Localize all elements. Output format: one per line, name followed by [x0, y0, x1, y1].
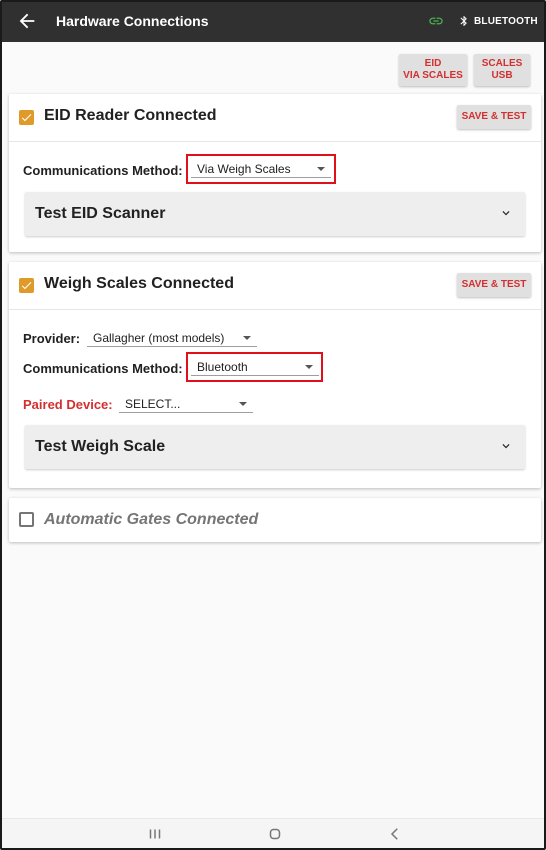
system-nav-bar [2, 818, 544, 848]
eid-reader-card: EID Reader Connected SAVE & TEST Communi… [9, 94, 541, 252]
scales-comm-method-value: Bluetooth [197, 360, 248, 374]
scales-usb-button[interactable]: SCALES USB [474, 54, 530, 86]
page-title: Hardware Connections [56, 13, 209, 29]
scales-connected-checkbox[interactable] [19, 278, 34, 293]
automatic-gates-card: Automatic Gates Connected [9, 498, 541, 542]
bluetooth-status[interactable]: BLUETOOTH [458, 12, 538, 30]
eid-via-scales-button[interactable]: EID VIA SCALES [399, 54, 467, 86]
scales-usb-line2: USB [491, 70, 513, 81]
eid-via-scales-line2: VIA SCALES [403, 70, 463, 81]
gates-card-title: Automatic Gates Connected [44, 511, 259, 528]
back-arrow-icon[interactable] [16, 10, 38, 32]
chevron-down-icon [502, 444, 510, 449]
checkmark-icon [21, 282, 32, 290]
recent-apps-icon[interactable] [146, 825, 164, 843]
eid-save-test-button[interactable]: SAVE & TEST [457, 105, 531, 129]
test-eid-scanner-label: Test EID Scanner [35, 205, 166, 222]
eid-comm-method-label: Communications Method: [23, 163, 183, 178]
dropdown-caret-icon [243, 336, 251, 340]
eid-comm-method-value: Via Weigh Scales [197, 162, 291, 176]
provider-dropdown[interactable]: Gallagher (most models) [87, 329, 257, 347]
weigh-scales-card: Weigh Scales Connected SAVE & TEST Provi… [9, 262, 541, 488]
chevron-down-icon [502, 211, 510, 216]
scales-card-header: Weigh Scales Connected SAVE & TEST [9, 262, 541, 310]
eid-connected-checkbox[interactable] [19, 110, 34, 125]
test-weigh-scale-label: Test Weigh Scale [35, 438, 166, 455]
eid-via-scales-line1: EID [424, 58, 442, 69]
bluetooth-icon [460, 16, 467, 26]
bluetooth-label: BLUETOOTH [474, 15, 538, 27]
scales-comm-method-label: Communications Method: [23, 361, 183, 376]
dropdown-caret-icon [317, 167, 325, 171]
eid-card-header: EID Reader Connected SAVE & TEST [9, 94, 541, 142]
home-icon[interactable] [266, 825, 284, 843]
paired-device-dropdown[interactable]: SELECT... [119, 395, 253, 413]
scales-card-title: Weigh Scales Connected [44, 275, 234, 292]
scales-usb-line1: SCALES [481, 58, 523, 69]
gates-connected-checkbox[interactable] [19, 512, 34, 527]
app-bar: Hardware Connections BLUETOOTH [2, 2, 544, 42]
checkmark-icon [21, 114, 32, 122]
test-weigh-scale-expander[interactable]: Test Weigh Scale [25, 425, 525, 469]
paired-device-value: SELECT... [125, 397, 181, 411]
back-icon[interactable] [386, 825, 404, 843]
dropdown-caret-icon [239, 402, 247, 406]
provider-label: Provider: [23, 331, 81, 346]
app-frame: Hardware Connections BLUETOOTH EID VIA S… [0, 0, 546, 850]
eid-comm-method-dropdown[interactable]: Via Weigh Scales [191, 160, 331, 178]
provider-value: Gallagher (most models) [93, 331, 225, 345]
eid-card-title: EID Reader Connected [44, 107, 217, 124]
test-eid-scanner-expander[interactable]: Test EID Scanner [25, 192, 525, 236]
scales-comm-method-dropdown[interactable]: Bluetooth [191, 358, 319, 376]
link-icon [429, 17, 443, 25]
paired-device-label: Paired Device: [23, 397, 113, 412]
dropdown-caret-icon [305, 365, 313, 369]
scales-save-test-button[interactable]: SAVE & TEST [457, 273, 531, 297]
